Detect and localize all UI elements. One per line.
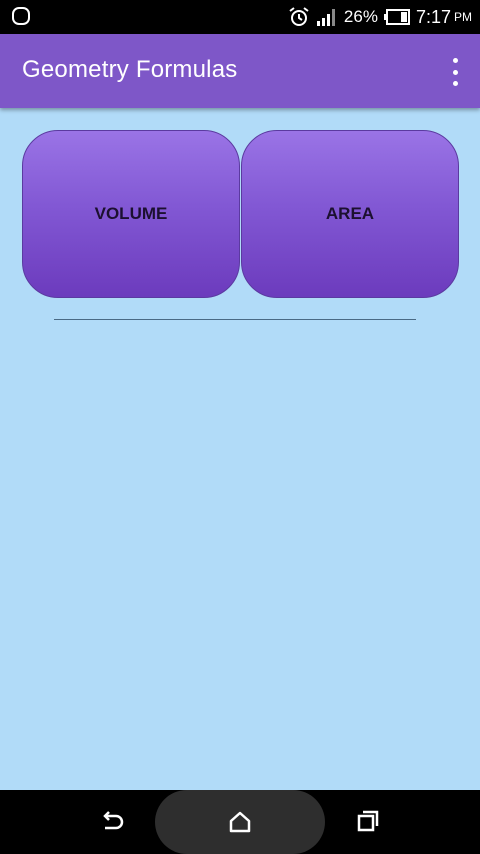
status-time: 7:17 (415, 6, 451, 27)
home-icon[interactable] (224, 806, 256, 838)
signal-icon (316, 9, 335, 26)
alarm-icon (289, 7, 309, 26)
divider (54, 319, 416, 320)
app-title: Geometry Formulas (22, 56, 238, 83)
status-icons: 26% 7:17 PM (288, 0, 472, 34)
notification-app-icon (12, 7, 30, 25)
battery-icon (383, 9, 410, 25)
recent-apps-icon[interactable] (352, 806, 384, 838)
volume-button-label: VOLUME (94, 204, 168, 223)
navigation-bar (0, 790, 480, 854)
main-content: VOLUME AREA (0, 108, 480, 790)
battery-percent: 26% (343, 7, 378, 26)
more-vert-icon[interactable] (448, 58, 462, 86)
back-icon[interactable] (96, 806, 128, 838)
status-bar: 26% 7:17 PM (0, 0, 480, 34)
app-bar: Geometry Formulas (0, 34, 480, 108)
volume-button[interactable]: VOLUME (22, 130, 240, 298)
status-ampm: PM (454, 10, 472, 24)
area-button-label: AREA (325, 204, 375, 223)
area-button[interactable]: AREA (241, 130, 459, 298)
